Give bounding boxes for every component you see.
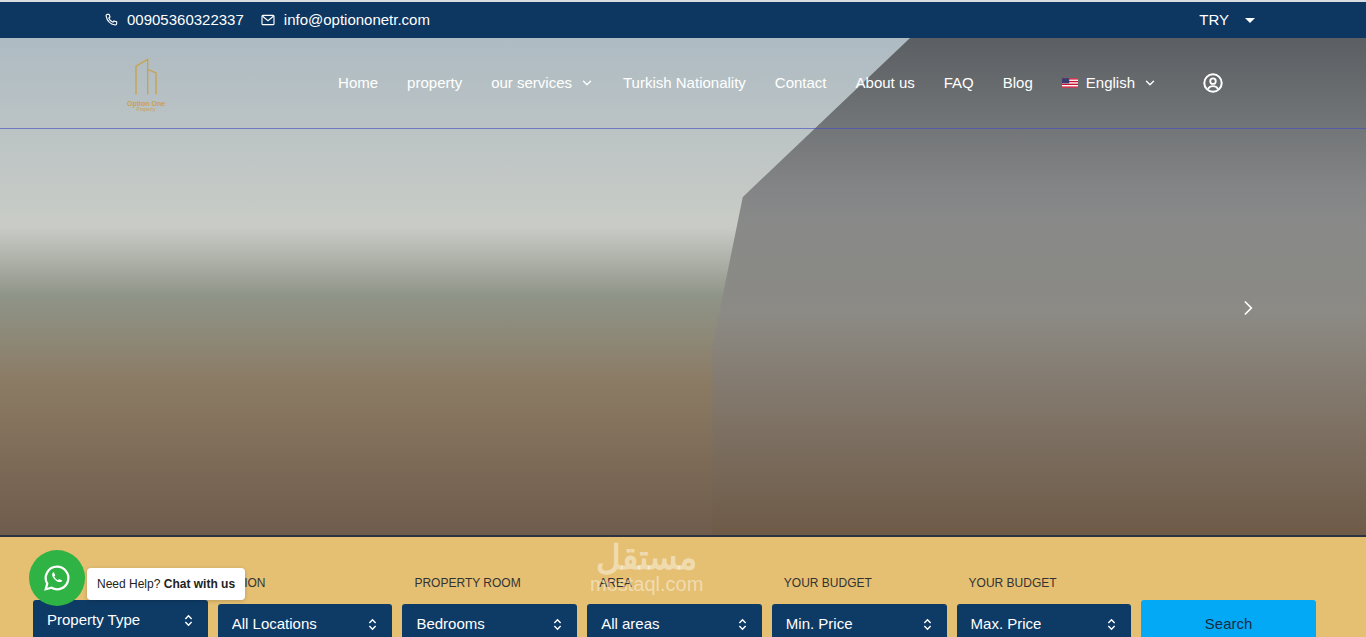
hero-building — [606, 38, 1366, 535]
search-field: PROPERTY ROOM Bedrooms — [402, 574, 577, 637]
sort-arrows-icon — [737, 618, 748, 631]
phone-icon — [103, 12, 119, 28]
whatsapp-icon — [42, 563, 72, 593]
us-flag-icon — [1062, 78, 1078, 88]
mail-icon — [260, 12, 276, 28]
field-label: YOUR BUDGET — [957, 574, 1132, 592]
email-address[interactable]: info@optiononetr.com — [284, 9, 430, 32]
whatsapp-button[interactable] — [29, 550, 85, 606]
nav-item[interactable]: property — [407, 72, 462, 95]
nav-list: Home property our services Turkish National… — [338, 72, 1224, 95]
chat-bubble[interactable]: Need Help? Chat with us — [87, 568, 245, 600]
hero-image: Option OneProperty Home property our servic… — [0, 38, 1366, 535]
watermark-arabic: مستقل — [590, 540, 703, 574]
next-arrow-icon[interactable] — [1240, 300, 1256, 316]
nav-item[interactable]: Blog — [1003, 72, 1033, 95]
chevron-down-icon — [580, 76, 594, 90]
field-select[interactable]: Max. Price — [957, 604, 1132, 637]
search-field: AREA All areas — [587, 574, 762, 637]
nav-label[interactable]: FAQ — [944, 72, 974, 95]
nav-label[interactable]: Contact — [775, 72, 827, 95]
top-bar: 00905360322337 info@optiononetr.com TRY — [0, 0, 1366, 38]
language-label[interactable]: English — [1086, 72, 1135, 95]
chat-link[interactable]: Chat with us — [164, 577, 235, 591]
nav-label[interactable]: About us — [856, 72, 915, 95]
language-select[interactable]: English — [1062, 72, 1157, 95]
phone-contact[interactable]: 00905360322337 — [103, 9, 244, 32]
caret-icon — [1245, 18, 1255, 23]
sort-arrows-icon — [922, 618, 933, 631]
field-label: AREA — [587, 574, 762, 592]
select-value[interactable]: Min. Price — [786, 613, 853, 636]
nav-item[interactable]: Turkish Nationality — [623, 72, 746, 95]
field-select[interactable]: All Locations — [218, 604, 393, 637]
field-select[interactable]: Min. Price — [772, 604, 947, 637]
nav-label[interactable]: Home — [338, 72, 378, 95]
sort-arrows-icon — [552, 618, 563, 631]
select-value[interactable]: Bedrooms — [416, 613, 484, 636]
email-contact[interactable]: info@optiononetr.com — [260, 9, 430, 32]
logo-tagline: Property — [137, 107, 156, 112]
nav-label[interactable]: Blog — [1003, 72, 1033, 95]
phone-number[interactable]: 00905360322337 — [127, 9, 244, 32]
user-icon — [1202, 72, 1224, 94]
nav-label[interactable]: property — [407, 72, 462, 95]
search-field: YOUR BUDGET Max. Price — [957, 574, 1132, 637]
chevron-down-icon — [1143, 76, 1157, 90]
logo[interactable]: Option OneProperty — [118, 54, 174, 112]
sort-arrows-icon — [367, 618, 378, 631]
field-select[interactable]: All areas — [587, 604, 762, 637]
search-field: YOUR BUDGET Min. Price — [772, 574, 947, 637]
nav-item[interactable]: our services — [491, 72, 594, 95]
nav-item[interactable]: FAQ — [944, 72, 974, 95]
nav-label[interactable]: our services — [491, 72, 572, 95]
watermark-latin: mostaql.com — [590, 574, 703, 594]
account-button[interactable] — [1202, 72, 1224, 94]
select-value[interactable]: All areas — [601, 613, 659, 636]
sort-arrows-icon — [183, 614, 194, 627]
watermark: مستقلmostaql.com — [590, 540, 703, 594]
select-value[interactable]: Max. Price — [971, 613, 1042, 636]
select-value[interactable]: Property Type — [47, 609, 140, 632]
nav-item[interactable]: Contact — [775, 72, 827, 95]
field-select[interactable]: Bedrooms — [402, 604, 577, 637]
nav-label[interactable]: Turkish Nationality — [623, 72, 746, 95]
sort-arrows-icon — [1106, 618, 1117, 631]
currency-select[interactable]: TRY — [1199, 9, 1255, 32]
main-nav: Option OneProperty Home property our servic… — [0, 38, 1366, 129]
nav-item[interactable]: About us — [856, 72, 915, 95]
search-button-cell: Search — [1141, 574, 1316, 637]
select-value[interactable]: All Locations — [232, 613, 317, 636]
currency-label[interactable]: TRY — [1199, 9, 1229, 32]
field-label: YOUR BUDGET — [772, 574, 947, 592]
nav-item[interactable]: Home — [338, 72, 378, 95]
logo-icon — [126, 54, 166, 100]
field-label: PROPERTY ROOM — [402, 574, 577, 592]
logo-name: Option One — [127, 100, 165, 107]
search-button[interactable]: Search — [1141, 600, 1316, 637]
chat-prefix: Need Help? — [97, 577, 160, 591]
